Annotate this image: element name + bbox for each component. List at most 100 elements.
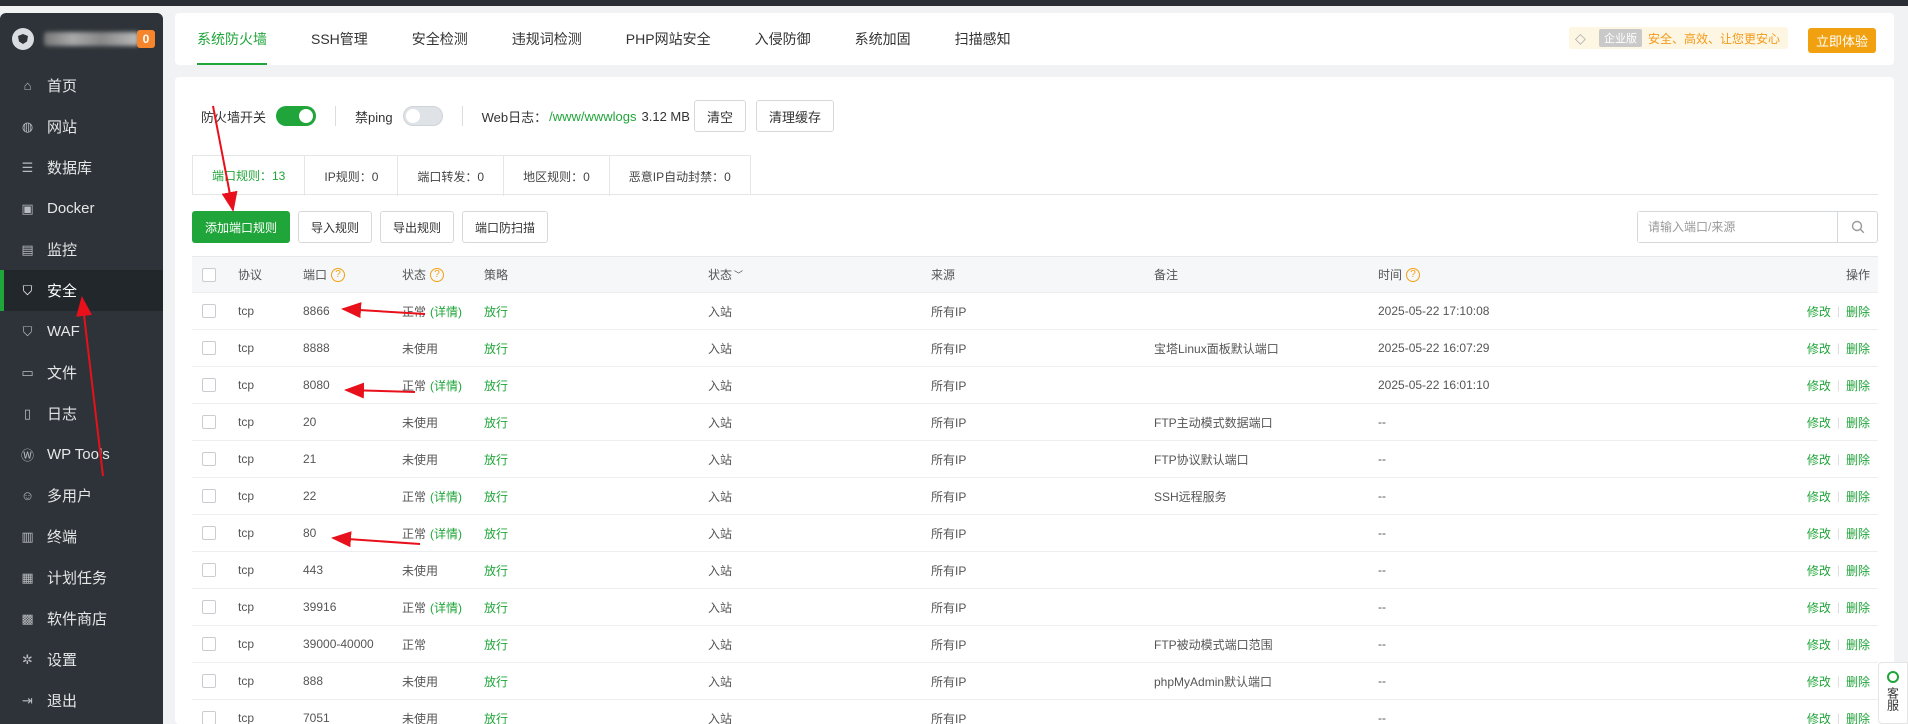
delete-button[interactable]: 删除 [1846, 340, 1870, 357]
rule-tab-0[interactable]: 端口规则：13 [193, 156, 306, 196]
edit-button[interactable]: 修改 [1807, 451, 1831, 468]
sidebar-item-docker[interactable]: ▣ Docker [0, 188, 163, 229]
select-all-checkbox[interactable] [202, 267, 216, 282]
sidebar-item-监控[interactable]: ▤ 监控 [0, 229, 163, 270]
sidebar-item-软件商店[interactable]: ▩ 软件商店 [0, 598, 163, 639]
detail-link[interactable]: (详情) [430, 599, 462, 616]
tab-7[interactable]: 扫描感知 [955, 13, 1011, 65]
clear-cache-button[interactable]: 清理缓存 [755, 100, 834, 132]
sidebar-item-计划任务[interactable]: ▦ 计划任务 [0, 557, 163, 598]
delete-button[interactable]: 删除 [1846, 451, 1870, 468]
search-input[interactable] [1638, 212, 1837, 242]
row-checkbox[interactable] [202, 304, 216, 318]
delete-button[interactable]: 删除 [1846, 525, 1870, 542]
edit-button[interactable]: 修改 [1807, 303, 1831, 320]
add-port-rule-button[interactable]: 添加端口规则 [192, 211, 291, 243]
row-checkbox[interactable] [202, 600, 216, 614]
edit-button[interactable]: 修改 [1807, 599, 1831, 616]
row-checkbox[interactable] [202, 489, 216, 503]
edit-button[interactable]: 修改 [1807, 525, 1831, 542]
tab-5[interactable]: 入侵防御 [755, 13, 811, 65]
delete-button[interactable]: 删除 [1846, 562, 1870, 579]
delete-button[interactable]: 删除 [1846, 673, 1870, 690]
port-scan-protect-button[interactable]: 端口防扫描 [462, 211, 549, 243]
enterprise-promo[interactable]: ◇ 企业版 安全、高效、让您更安心 [1568, 27, 1788, 49]
detail-link[interactable]: (详情) [430, 525, 462, 542]
sidebar-item-首页[interactable]: ⌂ 首页 [0, 65, 163, 106]
delete-button[interactable]: 删除 [1846, 599, 1870, 616]
tab-4[interactable]: PHP网站安全 [626, 13, 711, 65]
edit-button[interactable]: 修改 [1807, 340, 1831, 357]
row-checkbox[interactable] [202, 378, 216, 392]
tab-3[interactable]: 违规词检测 [512, 13, 582, 65]
cell-direction: 入站 [708, 711, 733, 724]
firewall-toggle[interactable] [276, 106, 317, 126]
sidebar-item-设置[interactable]: ✲ 设置 [0, 639, 163, 680]
cell-direction: 入站 [708, 526, 733, 541]
detail-link[interactable]: (详情) [430, 488, 462, 505]
sidebar-item-文件[interactable]: ▭ 文件 [0, 352, 163, 393]
delete-button[interactable]: 删除 [1846, 488, 1870, 505]
tab-2[interactable]: 安全检测 [412, 13, 468, 65]
sidebar-item-安全[interactable]: ⛉ 安全 [0, 270, 163, 311]
row-checkbox[interactable] [202, 452, 216, 466]
cell-status: 正常 [402, 637, 427, 652]
sidebar-item-退出[interactable]: ⇥ 退出 [0, 680, 163, 721]
rule-tab-2[interactable]: 端口转发：0 [398, 156, 505, 196]
rule-tab-3[interactable]: 地区规则：0 [504, 156, 610, 196]
detail-link[interactable]: (详情) [430, 303, 462, 320]
sidebar-item-wp-tools[interactable]: Ⓦ WP Tools [0, 434, 163, 475]
sidebar-item-日志[interactable]: ▯ 日志 [0, 393, 163, 434]
search-button[interactable] [1837, 212, 1877, 242]
clear-log-button[interactable]: 清空 [693, 100, 746, 132]
row-checkbox[interactable] [202, 674, 216, 688]
apps-icon: ▩ [21, 610, 34, 626]
sidebar-item-数据库[interactable]: ☰ 数据库 [0, 147, 163, 188]
notification-badge[interactable]: 0 [137, 30, 155, 48]
try-now-button[interactable]: 立即体验 [1807, 28, 1876, 53]
cell-port: 443 [303, 563, 324, 577]
row-checkbox[interactable] [202, 563, 216, 577]
customer-service-tab[interactable]: 客服 [1878, 662, 1908, 724]
row-checkbox[interactable] [202, 526, 216, 540]
user-icon: ☺ [20, 488, 35, 503]
row-checkbox[interactable] [202, 341, 216, 355]
row-checkbox[interactable] [202, 637, 216, 651]
rule-tab-4[interactable]: 恶意IP自动封禁：0 [610, 156, 750, 196]
export-rules-button[interactable]: 导出规则 [380, 211, 455, 243]
delete-button[interactable]: 删除 [1846, 710, 1870, 724]
table-row: tcp 7051 未使用 放行 入站 所有IP -- 修改 | 删除 [192, 700, 1878, 724]
delete-button[interactable]: 删除 [1846, 414, 1870, 431]
cell-protocol: tcp [238, 563, 255, 577]
weblog-path-link[interactable]: /www/wwwlogs [549, 109, 636, 124]
rule-tab-1[interactable]: IP规则：0 [305, 156, 399, 196]
tab-1[interactable]: SSH管理 [311, 13, 368, 65]
ping-toggle[interactable] [402, 106, 443, 126]
sidebar-item-终端[interactable]: ▥ 终端 [0, 516, 163, 557]
sidebar-item-多用户[interactable]: ☺ 多用户 [0, 475, 163, 516]
edit-button[interactable]: 修改 [1807, 710, 1831, 724]
col-direction-sort[interactable]: 状态 ﹀ [708, 257, 743, 292]
edit-button[interactable]: 修改 [1807, 562, 1831, 579]
detail-link[interactable]: (详情) [430, 377, 462, 394]
row-checkbox[interactable] [202, 415, 216, 429]
edit-button[interactable]: 修改 [1807, 488, 1831, 505]
cell-time: 2025-05-22 16:07:29 [1378, 341, 1490, 355]
edit-button[interactable]: 修改 [1807, 377, 1831, 394]
row-checkbox[interactable] [202, 711, 216, 724]
tab-6[interactable]: 系统加固 [855, 13, 911, 65]
help-icon[interactable]: ? [1406, 267, 1421, 282]
delete-button[interactable]: 删除 [1846, 377, 1870, 394]
delete-button[interactable]: 删除 [1846, 636, 1870, 653]
import-rules-button[interactable]: 导入规则 [298, 211, 373, 243]
delete-button[interactable]: 删除 [1846, 303, 1870, 320]
edit-button[interactable]: 修改 [1807, 673, 1831, 690]
rule-tabs: 端口规则：13 IP规则：0 端口转发：0 地区规则：0 恶意IP自动封禁：0 [192, 155, 751, 196]
sidebar-item-网站[interactable]: ◍ 网站 [0, 106, 163, 147]
edit-button[interactable]: 修改 [1807, 636, 1831, 653]
help-icon[interactable]: ? [430, 267, 445, 282]
help-icon[interactable]: ? [331, 267, 346, 282]
edit-button[interactable]: 修改 [1807, 414, 1831, 431]
tab-0[interactable]: 系统防火墙 [197, 13, 267, 65]
sidebar-item-waf[interactable]: ⛉ WAF [0, 311, 163, 352]
